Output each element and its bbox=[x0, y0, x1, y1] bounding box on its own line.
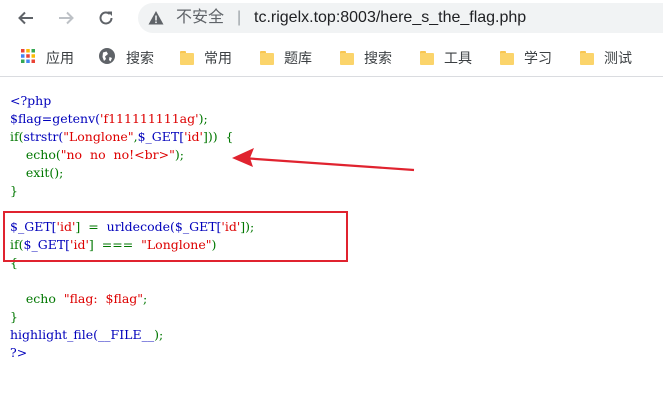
code-string: "flag: $flag" bbox=[63, 291, 144, 306]
bookmark-folder-search[interactable]: 搜索 bbox=[340, 48, 392, 68]
code-keyword: echo( bbox=[10, 147, 61, 162]
code-line: $flag=getenv('f111111111ag'); bbox=[10, 110, 208, 128]
browser-toolbar: 不安全 | tc.rigelx.top:8003/here_s_the_flag… bbox=[0, 0, 663, 36]
address-bar[interactable]: 不安全 | tc.rigelx.top:8003/here_s_the_flag… bbox=[138, 3, 663, 33]
code-line: exit(); bbox=[10, 165, 64, 180]
folder-icon bbox=[340, 50, 354, 66]
forward-arrow-icon[interactable] bbox=[54, 6, 78, 30]
code-line: } bbox=[10, 183, 18, 198]
bookmark-search[interactable]: 搜索 bbox=[98, 47, 154, 70]
php-close-tag: ?> bbox=[10, 345, 28, 360]
bookmark-label: 测试 bbox=[604, 50, 632, 66]
code-line: if(strstr("Longlone",$_GET['id'])) { bbox=[10, 128, 234, 146]
code-keyword: if( bbox=[10, 129, 24, 144]
bookmark-label: 搜索 bbox=[364, 50, 392, 66]
bookmark-apps[interactable]: 应用 bbox=[20, 48, 74, 68]
code-token: ])) { bbox=[202, 129, 234, 144]
globe-icon bbox=[98, 47, 116, 70]
bookmarks-bar: 应用 搜索 常用 题库 搜索 工具 学习 测试 bbox=[0, 40, 663, 77]
bookmark-folder-tools[interactable]: 工具 bbox=[420, 48, 472, 68]
code-token: $flag=getenv( bbox=[10, 111, 101, 126]
code-string: "no no no!<br>" bbox=[60, 147, 175, 162]
code-line: echo "flag: $flag"; bbox=[10, 290, 147, 308]
code-token: ); bbox=[198, 111, 208, 126]
code-token: strstr( bbox=[23, 129, 64, 144]
bookmark-folder-study[interactable]: 学习 bbox=[500, 48, 552, 68]
reload-icon[interactable] bbox=[94, 6, 118, 30]
bookmark-label: 应用 bbox=[46, 50, 74, 66]
folder-icon bbox=[420, 50, 434, 66]
url-text[interactable]: tc.rigelx.top:8003/here_s_the_flag.php bbox=[254, 8, 526, 28]
back-arrow-icon[interactable] bbox=[14, 6, 38, 30]
code-string: 'id' bbox=[184, 129, 203, 144]
bookmark-folder-test[interactable]: 测试 bbox=[580, 48, 632, 68]
code-line: <?php bbox=[10, 92, 51, 110]
code-token: __FILE__ bbox=[98, 327, 155, 342]
folder-icon bbox=[580, 50, 594, 66]
url-separator: | bbox=[237, 9, 242, 26]
insecure-label: 不安全 bbox=[176, 9, 225, 26]
code-line: ?> bbox=[10, 344, 27, 362]
folder-icon bbox=[260, 50, 274, 66]
bookmark-label: 学习 bbox=[524, 50, 552, 66]
folder-icon bbox=[180, 50, 194, 66]
code-token: ); bbox=[154, 327, 164, 342]
code-token: $_GET[ bbox=[137, 129, 185, 144]
warning-icon[interactable] bbox=[148, 10, 164, 31]
folder-icon bbox=[500, 50, 514, 66]
bookmark-folder-common[interactable]: 常用 bbox=[180, 48, 232, 68]
code-line: } bbox=[10, 309, 18, 324]
highlight-box bbox=[3, 211, 348, 262]
php-open-tag: <?php bbox=[10, 93, 52, 108]
bookmark-label: 搜索 bbox=[126, 50, 154, 66]
bookmark-label: 常用 bbox=[204, 50, 232, 66]
code-token: ); bbox=[174, 147, 184, 162]
bookmark-label: 工具 bbox=[444, 50, 472, 66]
code-keyword: echo bbox=[10, 291, 64, 306]
bookmark-label: 题库 bbox=[284, 50, 312, 66]
code-string: "Longlone" bbox=[63, 129, 134, 144]
code-line: highlight_file(__FILE__); bbox=[10, 326, 163, 344]
bookmark-folder-question-bank[interactable]: 题库 bbox=[260, 48, 312, 68]
code-line: echo("no no no!<br>"); bbox=[10, 146, 184, 164]
apps-grid-icon bbox=[20, 48, 36, 69]
code-string: 'f111111111ag' bbox=[100, 111, 199, 126]
code-token: ; bbox=[143, 291, 148, 306]
annotation-arrow-icon bbox=[232, 148, 415, 172]
code-token: highlight_file( bbox=[10, 327, 99, 342]
